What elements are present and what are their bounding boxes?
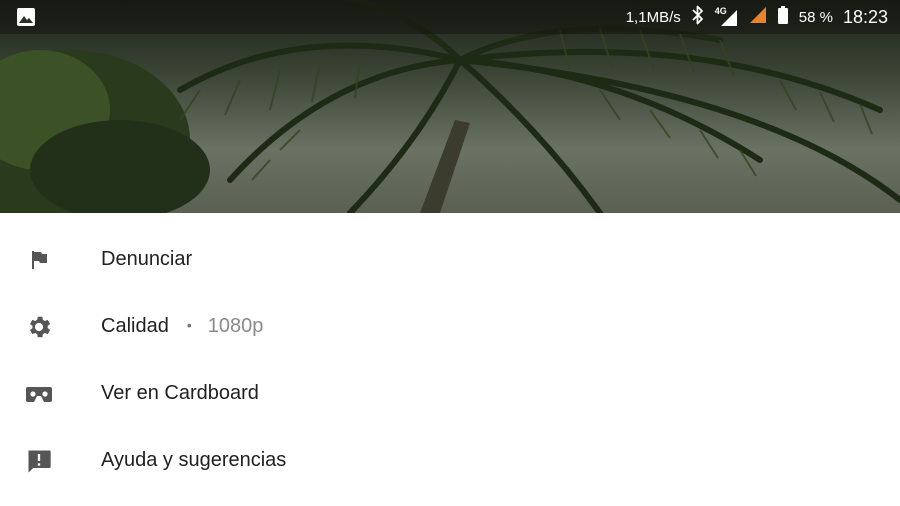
menu-item-label: Ayuda y sugerencias xyxy=(101,449,287,471)
cardboard-vr-icon xyxy=(24,379,54,409)
menu-item-cardboard[interactable]: Ver en Cardboard xyxy=(0,360,900,427)
signal-4g-icon: 4G xyxy=(715,6,739,28)
battery-percent: 58 % xyxy=(798,8,833,26)
network-speed: 1,1MB/s xyxy=(625,8,681,26)
menu-item-label: Denunciar xyxy=(101,248,193,270)
menu-item-calidad[interactable]: Calidad • 1080p xyxy=(0,293,900,360)
menu-item-ayuda[interactable]: Ayuda y sugerencias xyxy=(0,427,900,494)
feedback-icon xyxy=(24,446,54,476)
signal-icon xyxy=(749,6,767,29)
status-bar: 1,1MB/s 4G 58 % 18:23 xyxy=(0,0,900,34)
bluetooth-icon xyxy=(691,5,705,30)
clock: 18:23 xyxy=(842,6,888,27)
options-menu: Denunciar Calidad • 1080p Ver en Cardboa… xyxy=(0,213,900,506)
quality-value: 1080p xyxy=(207,315,264,337)
gear-icon xyxy=(24,312,54,342)
battery-icon xyxy=(777,5,789,30)
menu-item-label: Calidad xyxy=(101,315,169,337)
video-preview[interactable]: 1,1MB/s 4G 58 % 18:23 xyxy=(0,0,900,213)
menu-item-denunciar[interactable]: Denunciar xyxy=(0,226,900,293)
separator-dot: • xyxy=(186,316,192,333)
flag-icon xyxy=(24,245,54,275)
image-icon xyxy=(16,7,36,27)
menu-item-label: Ver en Cardboard xyxy=(101,382,259,404)
